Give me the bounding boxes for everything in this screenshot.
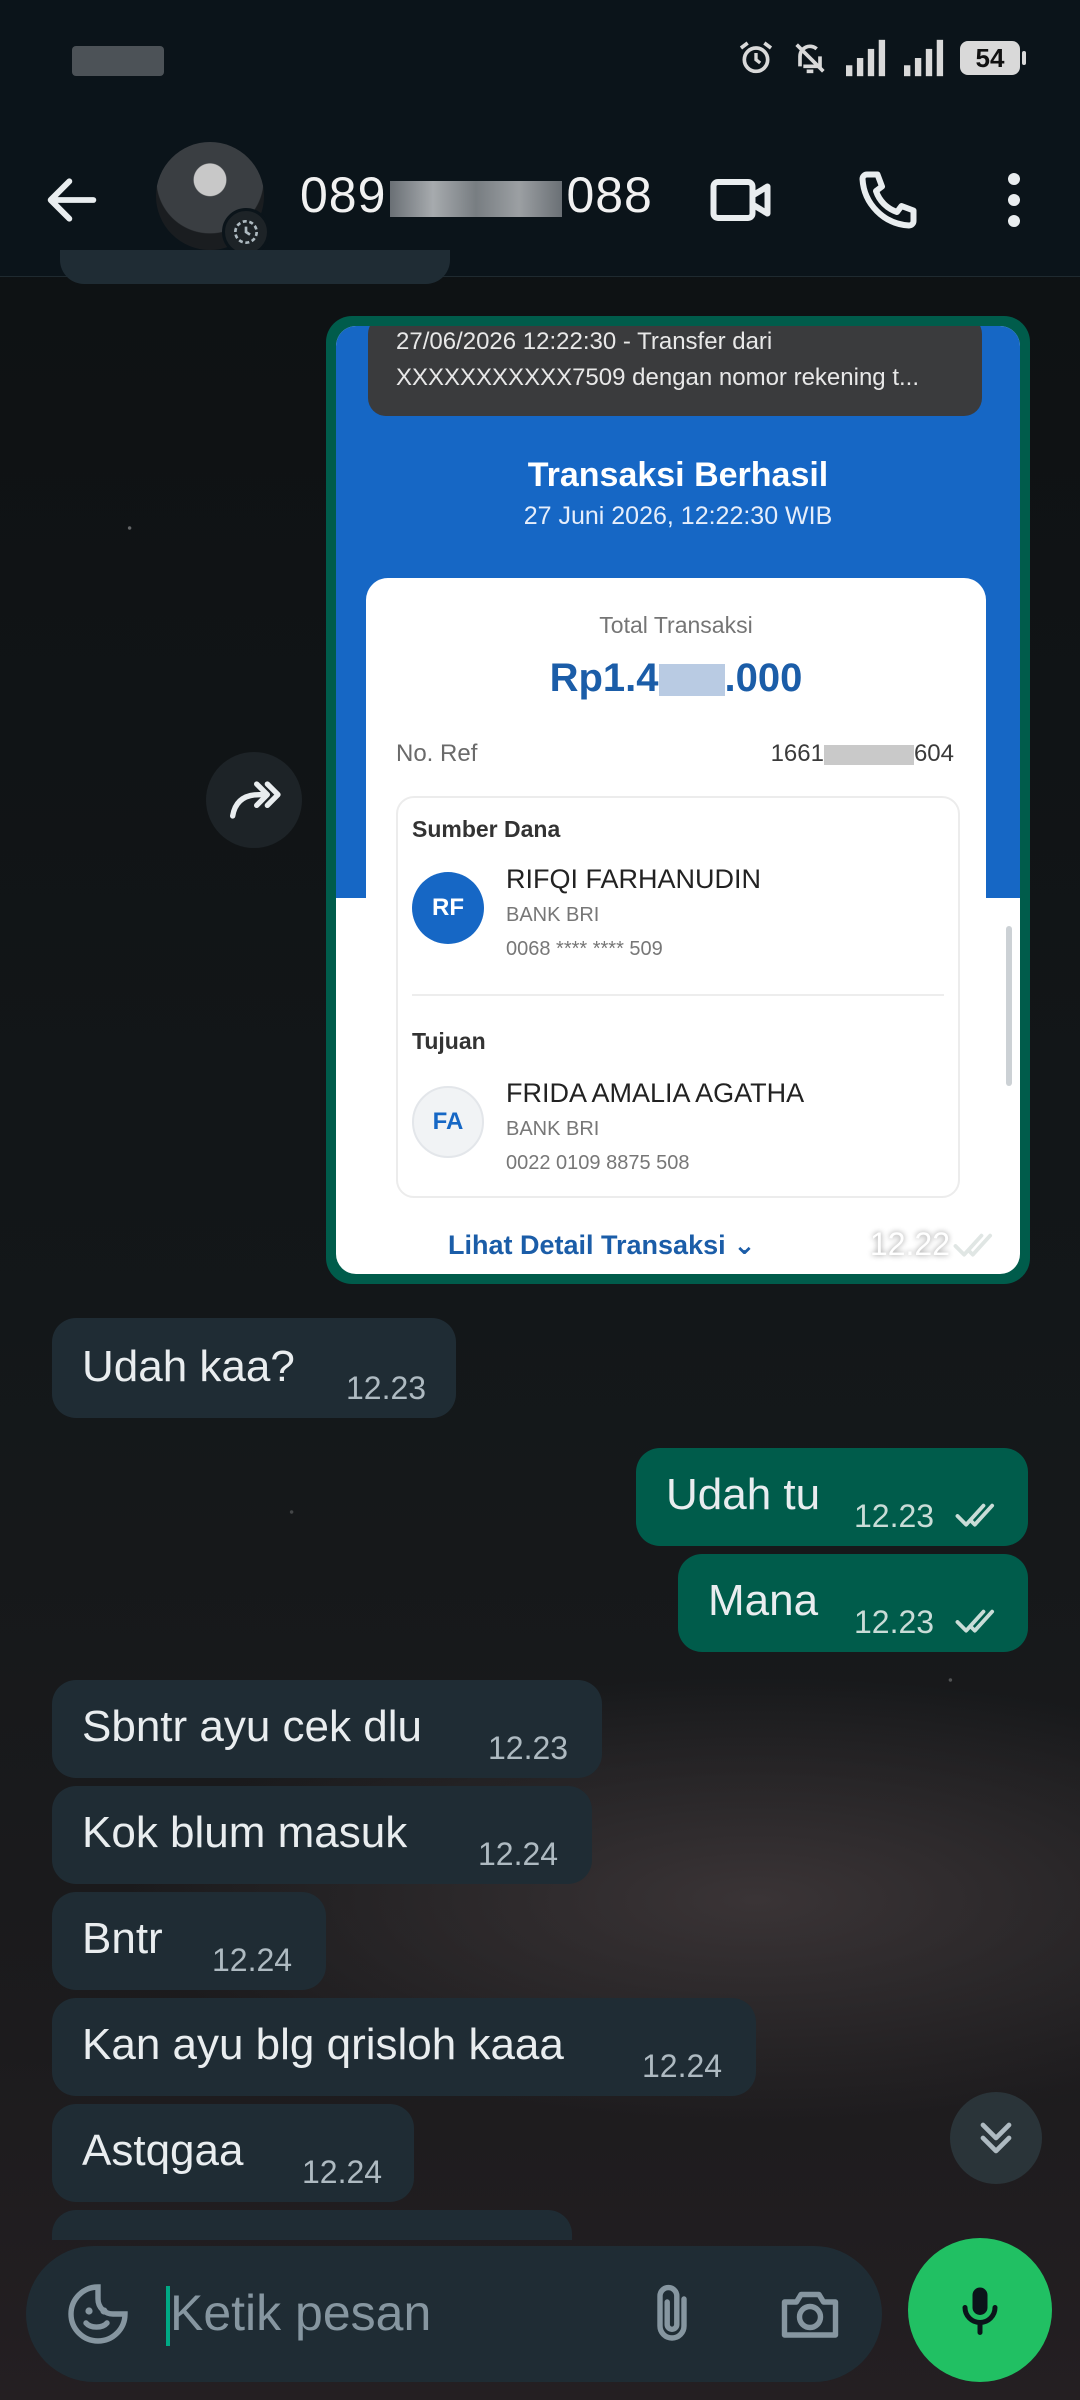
detail-link-text: Lihat Detail Transaksi (448, 1230, 726, 1260)
camera-icon[interactable] (774, 2278, 846, 2350)
message-text: Kok blum masuk (82, 1808, 408, 1857)
amount-prefix: Rp1.4 (549, 656, 659, 700)
total-label: Total Transaksi (599, 612, 753, 638)
signal-icon-2 (904, 39, 944, 77)
dest-name: FRIDA AMALIA AGATHA (506, 1078, 805, 1108)
message-bubble-1[interactable]: Udah kaa? 12.23 (52, 1318, 456, 1418)
read-ticks-icon (955, 1609, 995, 1633)
transaction-screenshot: 27/06/2026 12:22:30 - Transfer dari XXXX… (336, 326, 1020, 1274)
total-amount: Rp1.4 .000 (366, 656, 986, 701)
message-text: Bntr (82, 1914, 163, 1963)
receipt-card: Total Transaksi Rp1.4 .000 No. Ref 1661 60… (366, 578, 986, 1274)
message-time: 12.23 (488, 1730, 569, 1766)
message-bubble-8[interactable]: Astqgaa 12.24 (52, 2104, 414, 2202)
message-text: Astqgaa (82, 2126, 244, 2175)
status-bar: 54 (0, 0, 1080, 120)
mic-icon (962, 2287, 998, 2335)
chevron-down-icon: ⌄ (733, 1230, 756, 1260)
message-time: 12.23 (854, 1604, 935, 1640)
details-divider (412, 994, 944, 996)
message-time: 12.24 (642, 2048, 723, 2084)
message-bubble-5[interactable]: Kok blum masuk 12.24 (52, 1786, 592, 1884)
notif-line-2: XXXXXXXXXXX7509 dengan nomor rekening t.… (396, 364, 919, 391)
message-time: 12.23 (854, 1498, 935, 1534)
ref-suffix: 604 (913, 740, 954, 767)
mute-bell-icon (795, 43, 825, 74)
voice-record-button[interactable] (908, 2238, 1052, 2382)
contact-name[interactable]: 089 088 (300, 166, 653, 224)
attach-icon[interactable] (636, 2278, 708, 2350)
dest-initials: FA (412, 1086, 484, 1158)
status-time-redacted (72, 46, 164, 76)
image-message-bubble[interactable]: 27/06/2026 12:22:30 - Transfer dari XXXX… (326, 316, 1030, 1284)
read-ticks-icon (955, 1503, 995, 1527)
back-arrow-icon[interactable] (40, 168, 104, 232)
image-message-time: 12.22 (869, 1226, 950, 1262)
previous-message-edge (60, 250, 450, 284)
alarm-icon (739, 41, 773, 74)
source-name: RIFQI FARHANUDIN (506, 864, 762, 894)
contact-redacted (390, 180, 563, 217)
source-bank: BANK BRI (506, 904, 600, 926)
message-bubble-2[interactable]: Udah tu 12.23 (636, 1448, 1028, 1546)
contact-suffix: 088 (566, 167, 653, 223)
ref-number: 1661 604 (771, 740, 954, 768)
message-input[interactable]: Ketik pesan (170, 2284, 431, 2342)
forward-icon (230, 781, 281, 819)
screenshot-scrollbar (1006, 926, 1012, 1086)
transaction-datetime: 27 Juni 2026, 12:22:30 WIB (523, 502, 833, 530)
message-bubble-4[interactable]: Sbntr ayu cek dlu 12.23 (52, 1680, 602, 1778)
message-time: 12.24 (302, 2154, 383, 2190)
source-account: 0068 **** **** 509 (506, 938, 663, 960)
message-time: 12.24 (212, 1942, 293, 1978)
transfer-details: Sumber Dana RF RIFQI FARHANUDIN BANK BRI… (396, 796, 960, 1198)
ref-prefix: 1661 (770, 740, 824, 767)
contact-prefix: 089 (300, 167, 387, 223)
amount-redacted (658, 664, 725, 697)
message-bubble-7[interactable]: Kan ayu blg qrisloh kaaa 12.24 (52, 1998, 756, 2096)
message-text: Sbntr ayu cek dlu (82, 1702, 422, 1751)
video-call-icon[interactable] (706, 164, 778, 236)
scroll-to-bottom-button[interactable] (950, 2092, 1042, 2184)
forward-button[interactable] (206, 752, 302, 848)
message-time: 12.23 (346, 1370, 427, 1406)
message-text: Udah kaa? (82, 1342, 295, 1391)
status-icons: 54 (736, 38, 1026, 78)
dest-label: Tujuan (412, 1028, 486, 1054)
message-time: 12.24 (478, 1836, 559, 1872)
ref-redacted (823, 744, 914, 765)
more-vert-icon[interactable] (978, 164, 1050, 236)
dest-bank: BANK BRI (506, 1118, 600, 1140)
message-bubble-6[interactable]: Bntr 12.24 (52, 1892, 326, 1990)
message-text: Udah tu (666, 1470, 821, 1519)
phone-icon[interactable] (852, 164, 924, 236)
source-initials: RF (412, 872, 484, 944)
double-chevron-down-icon (980, 2122, 1012, 2154)
dest-account: 0022 0109 8875 508 (506, 1152, 690, 1174)
ref-label: No. Ref (396, 740, 478, 767)
source-label: Sumber Dana (412, 816, 561, 842)
read-ticks-icon (953, 1233, 993, 1257)
message-text: Kan ayu blg qrisloh kaaa (82, 2020, 564, 2069)
message-text: Mana (708, 1576, 819, 1625)
battery-indicator: 54 (960, 41, 1026, 75)
message-bubble-3[interactable]: Mana 12.23 (678, 1554, 1028, 1652)
amount-suffix: .000 (724, 656, 803, 700)
signal-icon-1 (846, 39, 886, 77)
transaction-title: Transaksi Berhasil (527, 456, 829, 494)
message-composer: Ketik pesan (26, 2246, 882, 2382)
disappearing-timer-icon (222, 208, 270, 256)
notification-banner: 27/06/2026 12:22:30 - Transfer dari XXXX… (368, 326, 982, 416)
sticker-emoji-icon[interactable] (62, 2278, 134, 2350)
detail-link: Lihat Detail Transaksi ⌄ (448, 1230, 756, 1261)
next-message-edge (52, 2210, 572, 2240)
notif-line-1: 27/06/2026 12:22:30 - Transfer dari (396, 328, 773, 355)
